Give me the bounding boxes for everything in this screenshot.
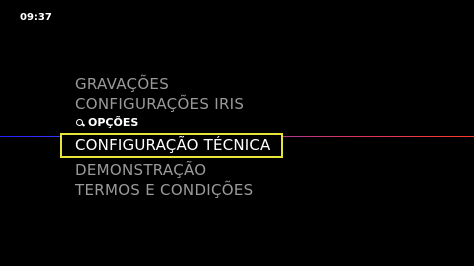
search-icon	[75, 117, 87, 127]
menu-item-configuracao-tecnica[interactable]: CONFIGURAÇÃO TÉCNICA	[60, 133, 283, 158]
menu-item-gravacoes[interactable]: GRAVAÇÕES	[60, 74, 283, 94]
menu-item-termos-e-condicoes[interactable]: TERMOS E CONDIÇÕES	[60, 180, 283, 200]
menu-item-configuracoes-iris[interactable]: CONFIGURAÇÕES IRIS	[60, 94, 283, 114]
clock: 09:37	[20, 12, 52, 23]
settings-menu: GRAVAÇÕES CONFIGURAÇÕES IRIS OPÇÕES CONF…	[60, 74, 283, 200]
section-title-opcoes: OPÇÕES	[60, 114, 283, 130]
menu-item-demonstracao[interactable]: DEMONSTRAÇÃO	[60, 160, 283, 180]
section-title-label: OPÇÕES	[88, 115, 139, 129]
